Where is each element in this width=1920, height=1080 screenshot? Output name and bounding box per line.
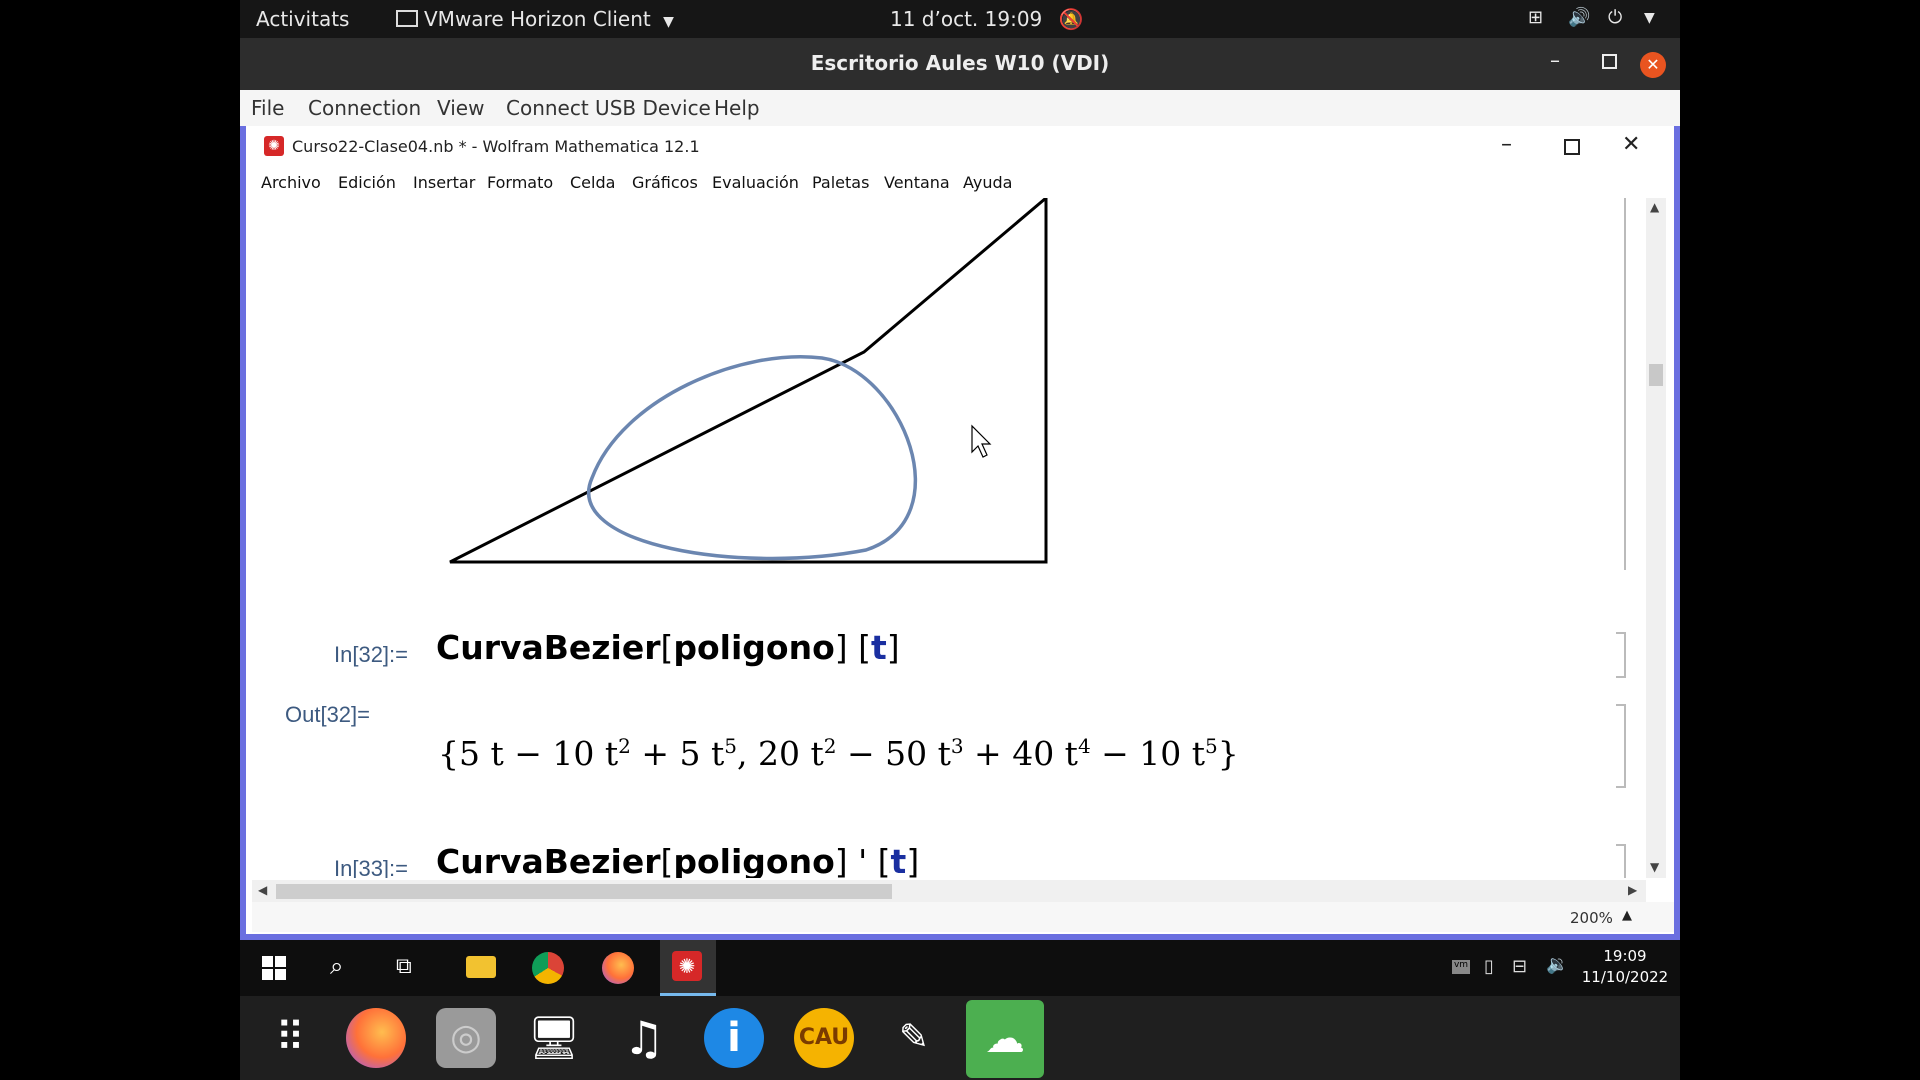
menu-graficos[interactable]: Gráficos xyxy=(632,173,698,192)
menu-ayuda[interactable]: Ayuda xyxy=(963,173,1012,192)
scroll-left-icon[interactable]: ◀ xyxy=(258,883,267,897)
disk-icon[interactable]: ◎ xyxy=(436,1008,496,1068)
clock-label: 11 d’oct. 19:09 xyxy=(890,7,1043,31)
search-icon[interactable]: ⌕ xyxy=(330,952,343,980)
scroll-right-icon[interactable]: ▶ xyxy=(1628,883,1637,897)
cau-icon[interactable]: CAU xyxy=(794,1008,854,1068)
file-explorer-icon[interactable] xyxy=(466,956,496,978)
variable: t xyxy=(890,842,907,878)
windows-taskbar: ⌕ ⧉ ✺ vm ▯ ⊟ 🔉 19:09 11/10/2022 xyxy=(240,940,1680,996)
notes-icon[interactable]: ✎ xyxy=(884,1008,944,1068)
mathematica-logo-icon: ✺ xyxy=(264,136,284,156)
cell-bracket[interactable] xyxy=(1616,198,1626,570)
menu-formato[interactable]: Formato xyxy=(487,173,553,192)
scroll-thumb[interactable] xyxy=(276,884,892,899)
task-view-icon[interactable]: ⧉ xyxy=(396,954,412,979)
notifications-off-icon: 🔕 xyxy=(1058,7,1084,31)
menu-connection[interactable]: Connection xyxy=(308,96,421,120)
input-cell[interactable]: CurvaBezier[poligono] ' [t] xyxy=(436,842,919,878)
cell-bracket[interactable] xyxy=(1616,704,1626,788)
menu-celda[interactable]: Celda xyxy=(570,173,615,192)
menu-evaluacion[interactable]: Evaluación xyxy=(712,173,799,192)
function-name: CurvaBezier xyxy=(436,628,661,667)
network-icon[interactable]: ⊟ xyxy=(1512,956,1527,977)
vmware-menu-bar: File Connection View Connect USB Device … xyxy=(240,90,1680,127)
system-menu-chevron-icon[interactable]: ▼ xyxy=(1644,10,1655,26)
control-polygon xyxy=(449,198,1048,564)
variable: t xyxy=(870,628,887,667)
close-button[interactable]: ✕ xyxy=(1640,52,1666,78)
app-menu-label: VMware Horizon Client xyxy=(424,7,651,31)
menu-insertar[interactable]: Insertar xyxy=(413,173,475,192)
mathematica-menu-bar: Archivo Edición Insertar Formato Celda G… xyxy=(252,168,1674,198)
gnome-dock: ⠿ ◎ 🖥 ♫ i CAU ✎ ☁ xyxy=(240,996,1680,1080)
input-label: In[33]:= xyxy=(334,856,409,878)
mathematica-window-title: Curso22-Clase04.nb * - Wolfram Mathemati… xyxy=(292,137,700,156)
tray-clock[interactable]: 19:09 11/10/2022 xyxy=(1580,946,1670,988)
minimize-button[interactable]: – xyxy=(1501,132,1512,157)
vmware-tray-icon[interactable]: vm xyxy=(1452,960,1470,974)
network-icon[interactable]: ⊞ xyxy=(1528,7,1543,28)
menu-edicion[interactable]: Edición xyxy=(338,173,396,192)
tray-date: 11/10/2022 xyxy=(1581,968,1669,986)
mathematica-taskbar-button[interactable]: ✺ xyxy=(660,940,716,996)
input-cell[interactable]: CurvaBezier[poligono] [t] xyxy=(436,628,900,667)
menu-archivo[interactable]: Archivo xyxy=(261,173,321,192)
cell-bracket[interactable] xyxy=(1616,844,1626,878)
gnome-top-bar: Activitats VMware Horizon Client ▼ 11 d’… xyxy=(240,0,1680,38)
music-icon[interactable]: ♫ xyxy=(614,1008,674,1068)
menu-view[interactable]: View xyxy=(437,96,484,120)
menu-paletas[interactable]: Paletas xyxy=(812,173,869,192)
vmware-horizon-icon[interactable]: ☁ xyxy=(966,1000,1044,1078)
zoom-level[interactable]: 200% xyxy=(1570,909,1613,927)
power-icon[interactable]: ⏻ xyxy=(1608,7,1622,28)
scroll-down-icon[interactable]: ▼ xyxy=(1650,860,1659,874)
output-label: Out[32]= xyxy=(285,702,371,727)
menu-help[interactable]: Help xyxy=(714,96,760,120)
mathematica-title-bar: ✺ Curso22-Clase04.nb * - Wolfram Mathema… xyxy=(252,126,1674,168)
minimize-button[interactable]: – xyxy=(1550,48,1560,72)
firefox-icon[interactable] xyxy=(346,1008,406,1068)
bezier-curve xyxy=(587,355,918,561)
cell-bracket[interactable] xyxy=(1616,632,1626,678)
close-button[interactable]: ✕ xyxy=(1622,132,1640,157)
argument: poligono xyxy=(673,628,835,667)
window-title: Escritorio Aules W10 (VDI) xyxy=(810,51,1110,75)
mathematica-icon: ✺ xyxy=(672,951,702,981)
menu-ventana[interactable]: Ventana xyxy=(884,173,950,192)
firefox-icon[interactable] xyxy=(602,952,634,984)
notebook-area[interactable]: In[32]:= CurvaBezier[poligono] [t] Out[3… xyxy=(252,198,1674,878)
info-icon[interactable]: i xyxy=(704,1008,764,1068)
maximize-button[interactable] xyxy=(1602,54,1617,69)
vertical-scrollbar[interactable]: ▲ ▼ xyxy=(1646,198,1666,878)
argument: poligono xyxy=(673,842,835,878)
mouse-cursor-icon xyxy=(971,424,992,458)
monitor-icon xyxy=(396,10,418,27)
app-menu[interactable]: VMware Horizon Client ▼ xyxy=(396,7,674,31)
activities-button[interactable]: Activitats xyxy=(256,7,349,31)
chevron-down-icon: ▼ xyxy=(663,14,674,30)
bezier-plot xyxy=(449,198,1048,564)
remote-desktop-icon[interactable]: 🖥 xyxy=(524,1008,584,1068)
scroll-thumb[interactable] xyxy=(1649,364,1663,386)
horizontal-scrollbar[interactable]: ◀ ▶ xyxy=(252,880,1646,902)
app-grid-icon[interactable]: ⠿ xyxy=(260,1008,320,1068)
volume-icon[interactable]: 🔊 xyxy=(1568,7,1590,28)
output-cell[interactable]: {5 t − 10 t2 + 5 t5, 20 t2 − 50 t3 + 40 … xyxy=(438,734,1239,773)
vmware-title-bar: Escritorio Aules W10 (VDI) – ✕ xyxy=(240,38,1680,90)
chrome-icon[interactable] xyxy=(532,952,564,984)
clock[interactable]: 11 d’oct. 19:09 🔕 xyxy=(890,7,1084,31)
zoom-up-icon[interactable]: ▲ xyxy=(1622,908,1632,923)
tray-time: 19:09 xyxy=(1603,947,1647,965)
menu-file[interactable]: File xyxy=(251,96,284,120)
status-bar: 200% ▲ xyxy=(252,902,1674,932)
input-label: In[32]:= xyxy=(334,642,409,667)
menu-connect-usb[interactable]: Connect USB Device xyxy=(506,96,711,120)
volume-icon[interactable]: 🔉 xyxy=(1546,954,1568,975)
scroll-up-icon[interactable]: ▲ xyxy=(1650,200,1659,214)
function-name: CurvaBezier xyxy=(436,842,661,878)
windows-start-icon[interactable] xyxy=(262,956,286,980)
usb-icon[interactable]: ▯ xyxy=(1484,956,1494,977)
maximize-button[interactable] xyxy=(1564,139,1580,155)
